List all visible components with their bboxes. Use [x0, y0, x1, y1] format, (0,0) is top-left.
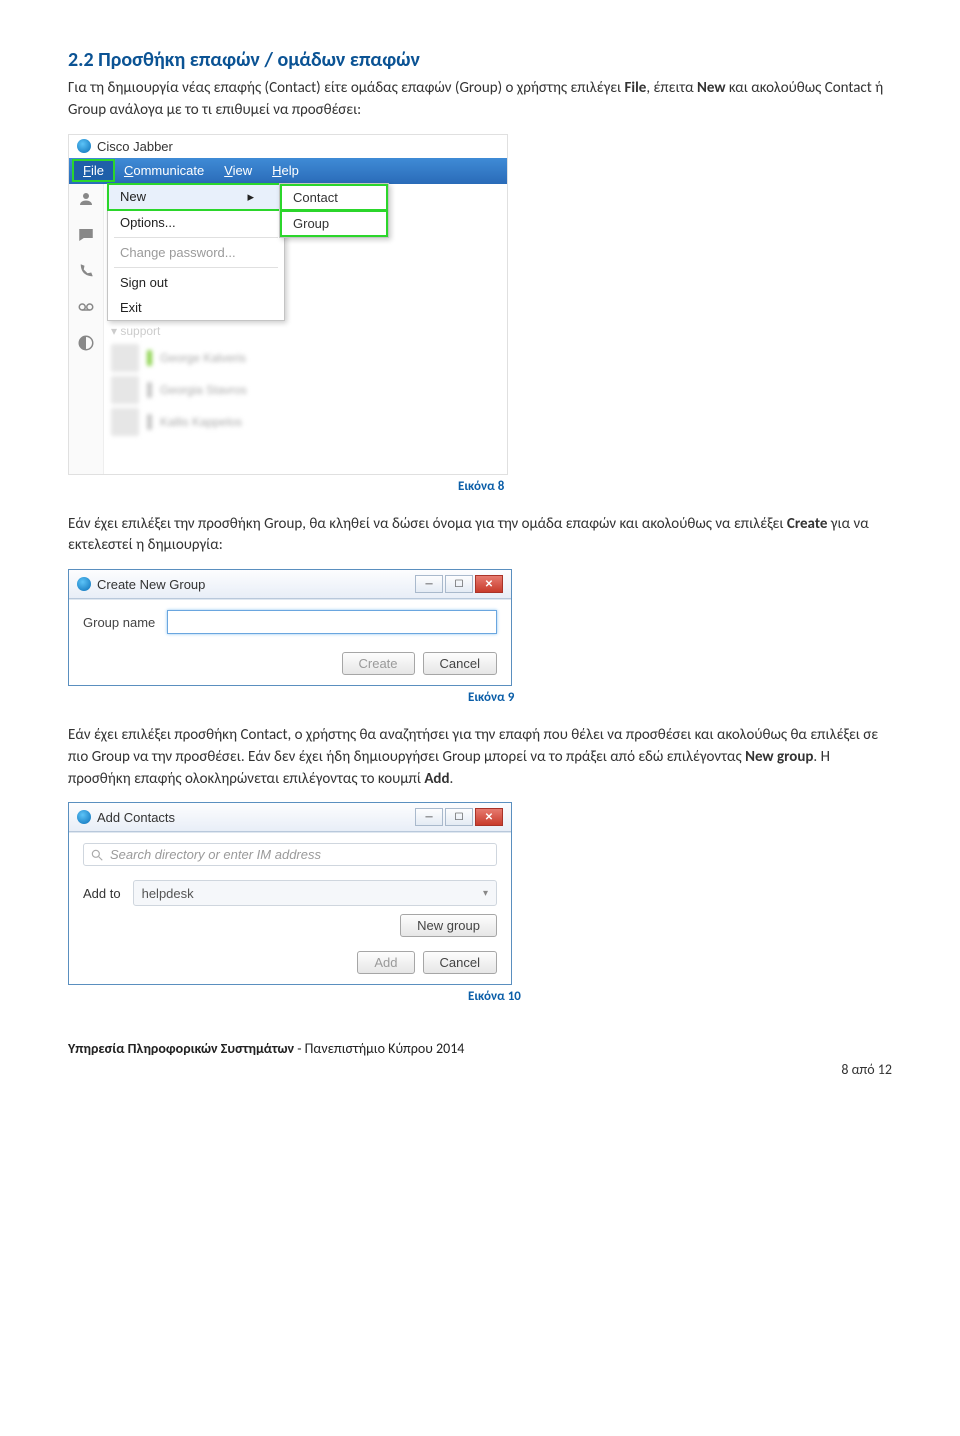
window-controls: ─ ☐ ✕	[415, 808, 503, 826]
window-titlebar: Cisco Jabber	[69, 135, 507, 158]
group-name-label: Group name	[83, 615, 155, 630]
bold-new: New	[697, 79, 726, 97]
group-name-field: Group name	[83, 610, 497, 634]
dialog-body: Search directory or enter IM address Add…	[69, 832, 511, 984]
new-group-row: New group	[83, 914, 497, 937]
caption-8: Εικόνα 8	[68, 479, 892, 494]
section-heading: 2.2 Προσθήκη επαφών / ομάδων επαφών	[68, 48, 892, 72]
maximize-button[interactable]: ☐	[445, 575, 473, 593]
menu-file[interactable]: File	[73, 160, 114, 181]
paragraph-3: Εάν έχει επιλέξει προσθήκη Contact, ο χρ…	[68, 725, 892, 790]
bold-file: File	[625, 79, 647, 97]
menu-view[interactable]: View	[214, 160, 262, 181]
jabber-window: Cisco Jabber File Communicate View Help …	[68, 134, 508, 475]
menu-item-exit[interactable]: Exit	[108, 295, 284, 320]
phone-icon[interactable]	[77, 262, 95, 280]
caption-9: Εικόνα 9	[68, 690, 892, 705]
chat-icon[interactable]	[77, 226, 95, 244]
close-button[interactable]: ✕	[475, 575, 503, 593]
menu-communicate[interactable]: Communicate	[114, 160, 214, 181]
window-body: New ▸ Options... Change password... Sign…	[69, 184, 507, 474]
file-menu: New ▸ Options... Change password... Sign…	[107, 183, 285, 321]
page-number: 8 από 12	[68, 1061, 892, 1078]
dialog-titlebar: Add Contacts ─ ☐ ✕	[69, 803, 511, 832]
submenu-contact[interactable]: Contact	[281, 185, 387, 210]
left-toolbar	[69, 184, 104, 474]
minimize-button[interactable]: ─	[415, 575, 443, 593]
text: , έπειτα	[646, 79, 697, 97]
new-submenu: Contact Group	[279, 183, 389, 238]
menu-item-new[interactable]: New ▸	[108, 184, 284, 210]
minimize-button[interactable]: ─	[415, 808, 443, 826]
footer-service: Υπηρεσία Πληροφορικών Συστημάτων	[68, 1040, 294, 1057]
combo-value: helpdesk	[142, 886, 194, 901]
dialog-titlebar: Create New Group ─ ☐ ✕	[69, 570, 511, 599]
cancel-button[interactable]: Cancel	[423, 951, 497, 974]
create-group-dialog: Create New Group ─ ☐ ✕ Group name Create…	[68, 569, 512, 686]
add-to-row: Add to helpdesk ▾	[83, 880, 497, 906]
group-combo[interactable]: helpdesk ▾	[133, 880, 497, 906]
maximize-button[interactable]: ☐	[445, 808, 473, 826]
chevron-down-icon: ▾	[483, 888, 488, 899]
menu-help[interactable]: Help	[262, 160, 309, 181]
search-placeholder: Search directory or enter IM address	[110, 847, 321, 862]
submenu-group[interactable]: Group	[281, 211, 387, 236]
caption-10: Εικόνα 10	[68, 989, 892, 1004]
text: Για τη δημιουργία νέας επαφής (Contact) …	[68, 79, 625, 97]
menu-item-change-password: Change password...	[108, 240, 284, 265]
bold-newgroup: New group	[745, 748, 813, 766]
voicemail-icon[interactable]	[77, 298, 95, 316]
contacts-icon[interactable]	[77, 190, 95, 208]
paragraph-2: Εάν έχει επιλέξει την προσθήκη Group, θα…	[68, 514, 892, 558]
jabber-icon	[77, 139, 91, 153]
dialog-body: Group name Create Cancel	[69, 599, 511, 685]
window-title: Cisco Jabber	[97, 139, 173, 154]
bold-create: Create	[787, 515, 828, 533]
menu-item-sign-out[interactable]: Sign out	[108, 270, 284, 295]
jabber-icon	[77, 577, 91, 591]
separator	[114, 237, 278, 238]
search-icon	[90, 848, 104, 862]
window-controls: ─ ☐ ✕	[415, 575, 503, 593]
label: New	[120, 189, 146, 204]
footer-uni: - Πανεπιστήμιο Κύπρου 2014	[294, 1040, 464, 1057]
group-header: ▾ support	[111, 324, 247, 338]
dialog-title: Add Contacts	[97, 810, 175, 825]
add-button[interactable]: Add	[357, 951, 414, 974]
submenu-arrow-icon: ▸	[247, 189, 254, 205]
new-group-button[interactable]: New group	[400, 914, 497, 937]
list-item: Georgia Stavros	[111, 376, 247, 404]
menubar: File Communicate View Help	[69, 158, 507, 184]
add-to-label: Add to	[83, 886, 121, 901]
create-button[interactable]: Create	[342, 652, 415, 675]
group-name-input[interactable]	[167, 610, 497, 634]
search-field[interactable]: Search directory or enter IM address	[83, 843, 497, 866]
bold-add: Add	[424, 770, 449, 788]
cancel-button[interactable]: Cancel	[423, 652, 497, 675]
jabber-icon	[77, 810, 91, 824]
text: Εάν έχει επιλέξει την προσθήκη Group, θα…	[68, 515, 787, 533]
close-button[interactable]: ✕	[475, 808, 503, 826]
text: .	[450, 770, 454, 788]
list-item: George Kalveris	[111, 344, 247, 372]
menu-item-options[interactable]: Options...	[108, 210, 284, 235]
contact-list: ▾ support George Kalveris Georgia Stavro…	[111, 324, 247, 440]
presence-icon[interactable]	[77, 334, 95, 352]
add-contacts-dialog: Add Contacts ─ ☐ ✕ Search directory or e…	[68, 802, 512, 985]
footer: Υπηρεσία Πληροφορικών Συστημάτων - Πανεπ…	[68, 1040, 892, 1057]
paragraph-1: Για τη δημιουργία νέας επαφής (Contact) …	[68, 78, 892, 122]
dialog-title: Create New Group	[97, 577, 205, 592]
dialog-buttons: Add Cancel	[83, 951, 497, 974]
list-item: Kallis Kappelos	[111, 408, 247, 436]
dialog-buttons: Create Cancel	[83, 646, 497, 675]
separator	[114, 267, 278, 268]
